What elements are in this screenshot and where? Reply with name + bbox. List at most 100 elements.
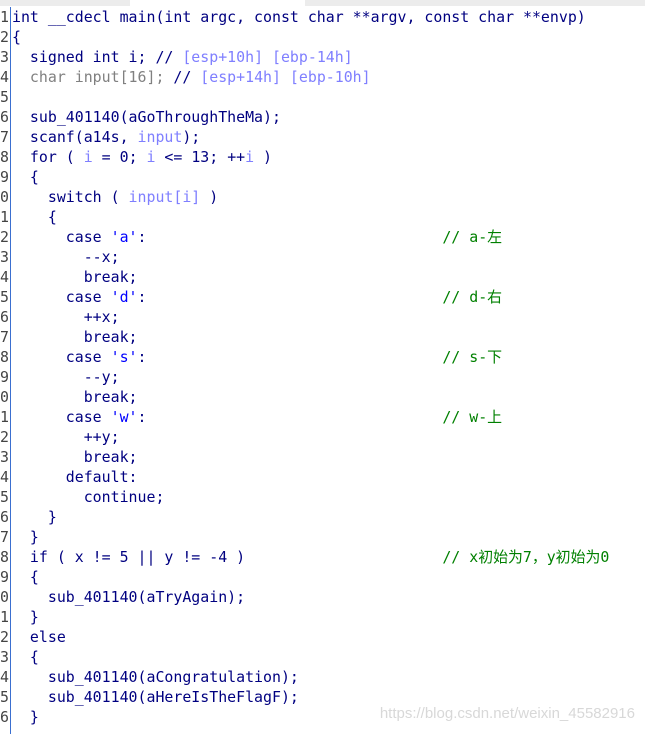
code-token: : [137, 228, 443, 246]
code-line[interactable]: 4 char input[16]; // [esp+14h] [ebp-10h] [0, 67, 645, 87]
code-line[interactable]: 3 --x; [0, 247, 645, 267]
code-token: scanf(a14s, [12, 128, 138, 146]
code-token: i [83, 148, 93, 166]
code-token: --y; [12, 368, 120, 386]
code-line[interactable]: 9 { [0, 567, 645, 587]
code-text: case 'w': // w-上 [12, 407, 502, 427]
code-line[interactable]: 2 else [0, 627, 645, 647]
code-line[interactable]: 4 sub_401140(aCongratulation); [0, 667, 645, 687]
code-line[interactable]: 5 continue; [0, 487, 645, 507]
line-number: 6 [0, 108, 9, 126]
code-text: break; [12, 327, 138, 347]
line-number: 0 [0, 588, 9, 606]
line-number: 2 [0, 228, 9, 246]
code-token: [esp+10h] [ebp-14h] [182, 48, 353, 66]
code-line[interactable]: 5 case 'd': // d-右 [0, 287, 645, 307]
code-line[interactable]: 1 case 'w': // w-上 [0, 407, 645, 427]
code-token: ) [200, 188, 219, 206]
code-line[interactable]: 0 break; [0, 387, 645, 407]
code-token: { [12, 168, 39, 186]
code-text: { [12, 27, 21, 47]
code-text: } [12, 707, 39, 727]
code-text: { [12, 167, 39, 187]
code-line[interactable]: 2{ [0, 27, 645, 47]
code-token: 'a' [110, 228, 138, 246]
code-line[interactable]: 7 } [0, 527, 645, 547]
line-number: 7 [0, 128, 9, 146]
code-token: : [137, 288, 443, 306]
code-token: input [137, 128, 183, 146]
code-text: int __cdecl main(int argc, const char **… [12, 7, 586, 27]
code-token: case [12, 228, 111, 246]
code-text: case 'a': // a-左 [12, 227, 502, 247]
code-token: continue; [12, 488, 165, 506]
code-token: case [12, 408, 111, 426]
code-token: break; [12, 388, 138, 406]
code-line[interactable]: 2 case 'a': // a-左 [0, 227, 645, 247]
code-text: for ( i = 0; i <= 13; ++i ) [12, 147, 272, 167]
code-line[interactable]: 3 break; [0, 447, 645, 467]
line-number: 8 [0, 548, 9, 566]
line-number: 0 [0, 388, 9, 406]
line-number: 1 [0, 608, 9, 626]
code-token: signed int i; // [12, 48, 183, 66]
line-number: 6 [0, 708, 9, 726]
code-line[interactable]: 8 if ( x != 5 || y != -4 ) // x初始为7，y初始为… [0, 547, 645, 567]
line-number: 5 [0, 488, 9, 506]
code-line[interactable]: 1 { [0, 207, 645, 227]
code-line[interactable]: 8 for ( i = 0; i <= 13; ++i ) [0, 147, 645, 167]
code-line[interactable]: 9 { [0, 167, 645, 187]
code-line[interactable]: 5 [0, 87, 645, 107]
code-token: 'w' [110, 408, 138, 426]
code-token: default: [12, 468, 138, 486]
code-line[interactable]: 1 int __cdecl main(int argc, const char *… [0, 7, 645, 27]
code-text: ++y; [12, 427, 120, 447]
code-token: // [173, 68, 201, 86]
code-token: break; [12, 448, 138, 466]
code-line[interactable]: 9 --y; [0, 367, 645, 387]
code-token: ++y; [12, 428, 120, 446]
code-text: else [12, 627, 66, 647]
code-line[interactable]: 0 switch ( input[i] ) [0, 187, 645, 207]
pseudocode-view[interactable]: 1 int __cdecl main(int argc, const char *… [0, 7, 645, 727]
line-number: 4 [0, 68, 9, 86]
code-line[interactable]: 6 } [0, 507, 645, 527]
code-token: case [12, 348, 111, 366]
code-token: 's' [110, 348, 138, 366]
code-text: signed int i; // [esp+10h] [ebp-14h] [12, 47, 353, 67]
line-number: 3 [0, 648, 9, 666]
line-number: 8 [0, 148, 9, 166]
code-line[interactable]: 3 { [0, 647, 645, 667]
code-line[interactable]: 6 ++x; [0, 307, 645, 327]
code-token: } [12, 608, 39, 626]
code-text: continue; [12, 487, 165, 507]
code-line[interactable]: 4 default: [0, 467, 645, 487]
code-line[interactable]: 8 case 's': // s-下 [0, 347, 645, 367]
code-text: sub_401140(aTryAgain); [12, 587, 245, 607]
code-line[interactable]: 3 signed int i; // [esp+10h] [ebp-14h] [0, 47, 645, 67]
line-number: 7 [0, 528, 9, 546]
code-text: --y; [12, 367, 120, 387]
code-line[interactable]: 7 break; [0, 327, 645, 347]
code-token: switch ( [12, 188, 129, 206]
code-line[interactable]: 2 ++y; [0, 427, 645, 447]
code-token: sub_401140(aGoThroughTheMa); [12, 108, 281, 126]
code-token: : [137, 408, 443, 426]
code-token: <= 13; ++ [155, 148, 246, 166]
code-text: { [12, 207, 57, 227]
code-text: switch ( input[i] ) [12, 187, 218, 207]
code-text: scanf(a14s, input); [12, 127, 200, 147]
code-line[interactable]: 0 sub_401140(aTryAgain); [0, 587, 645, 607]
code-token: [esp+14h] [ebp-10h] [200, 68, 371, 86]
code-line[interactable]: 5 sub_401140(aHereIsTheFlagF); [0, 687, 645, 707]
code-line[interactable]: 6 sub_401140(aGoThroughTheMa); [0, 107, 645, 127]
code-token: } [12, 528, 39, 546]
pseudocode-tab[interactable] [130, 0, 305, 6]
code-token: ) [254, 148, 273, 166]
code-line[interactable]: 1 } [0, 607, 645, 627]
code-line[interactable]: 4 break; [0, 267, 645, 287]
code-text: sub_401140(aHereIsTheFlagF); [12, 687, 299, 707]
line-number: 2 [0, 628, 9, 646]
code-line[interactable]: 7 scanf(a14s, input); [0, 127, 645, 147]
line-number: 5 [0, 288, 9, 306]
